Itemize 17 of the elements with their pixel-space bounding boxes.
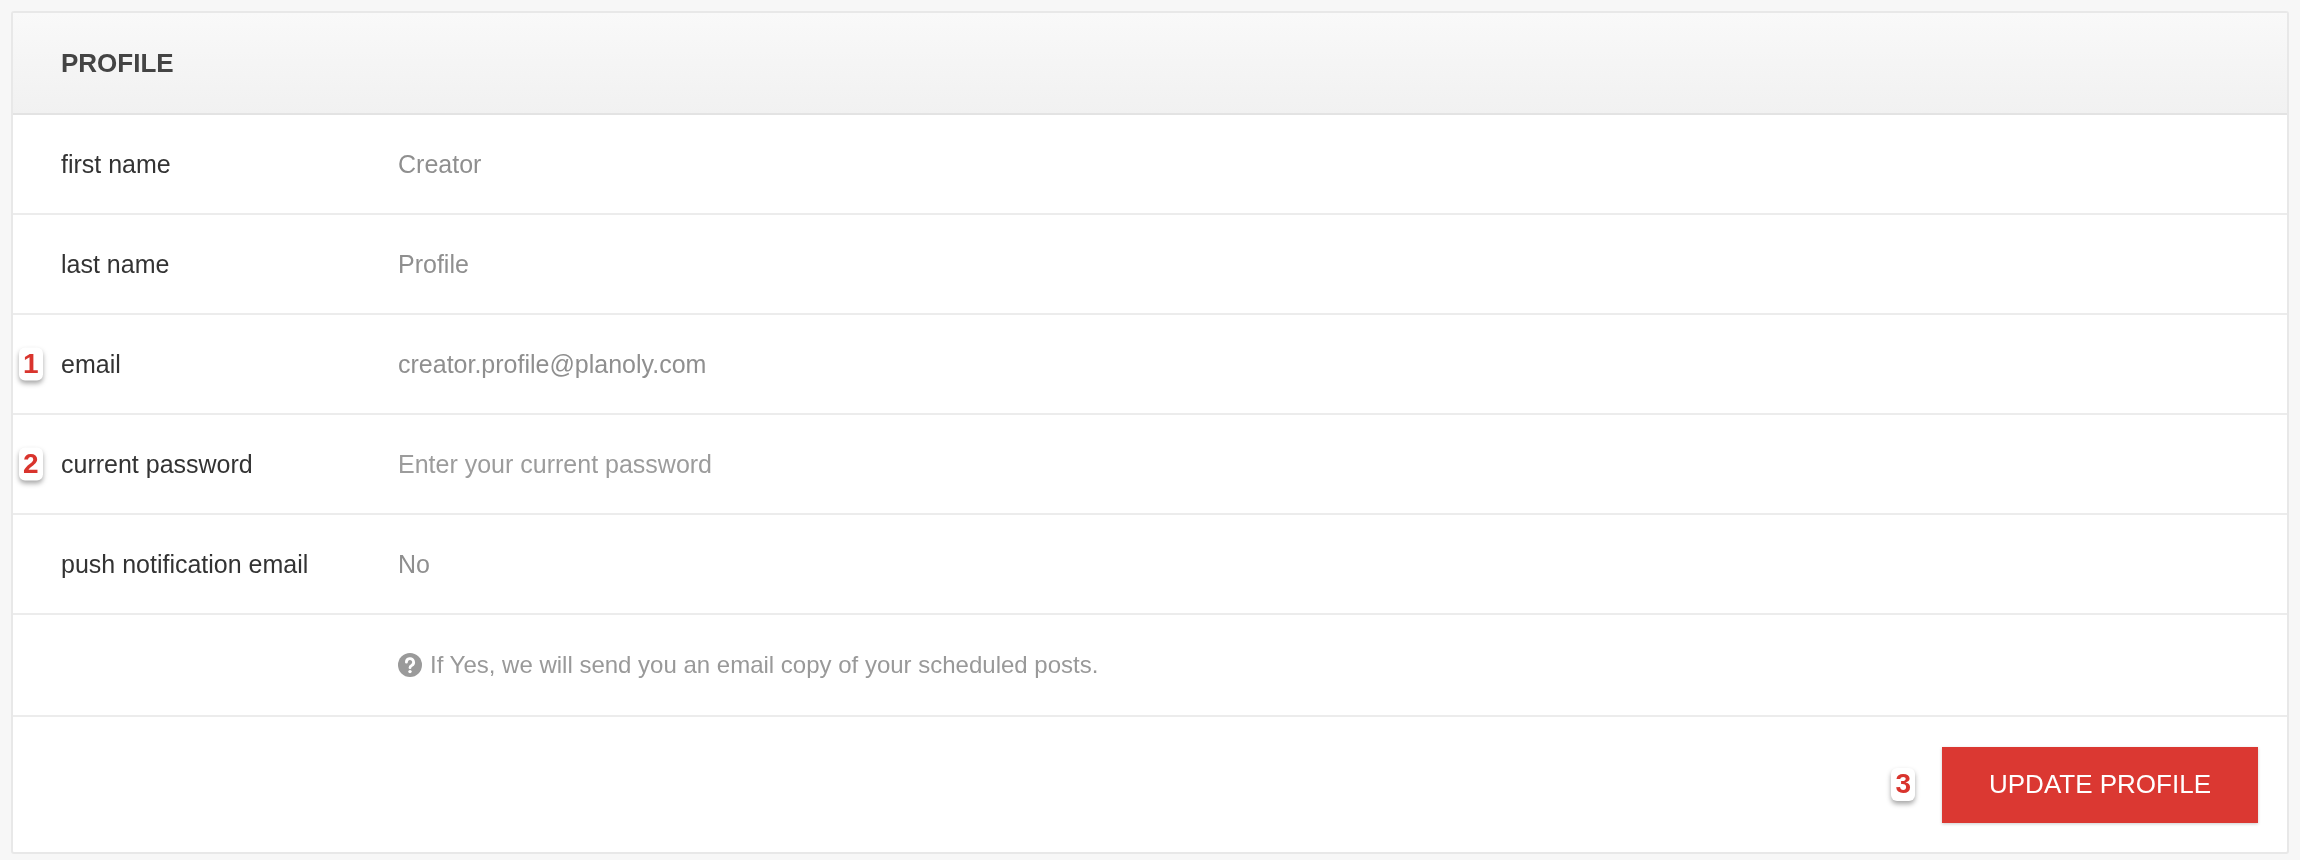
input-field[interactable]: No <box>398 549 1158 579</box>
field-label: current password <box>61 449 254 479</box>
field-label: first name <box>61 149 172 179</box>
input-field[interactable]: Creator <box>398 149 1158 179</box>
field-label: email <box>61 349 122 379</box>
step-marker: 1 <box>19 347 43 381</box>
panel-title: PROFILE <box>61 47 174 79</box>
input-field[interactable]: Enter your current password <box>398 449 1158 479</box>
step-marker: 3 <box>1891 768 1915 801</box>
field-label: push notification email <box>61 549 310 579</box>
input-field[interactable]: creator.profile@planoly.com <box>398 349 1158 379</box>
question-circle-icon <box>398 653 422 677</box>
input-field[interactable]: Profile <box>398 249 1158 279</box>
update-profile-button[interactable]: UPDATE PROFILE <box>1942 746 2258 823</box>
field-label: last name <box>61 249 171 279</box>
step-marker: 2 <box>19 447 43 481</box>
help-text: If Yes, we will send you an email copy of your scheduled posts. <box>430 651 1099 679</box>
